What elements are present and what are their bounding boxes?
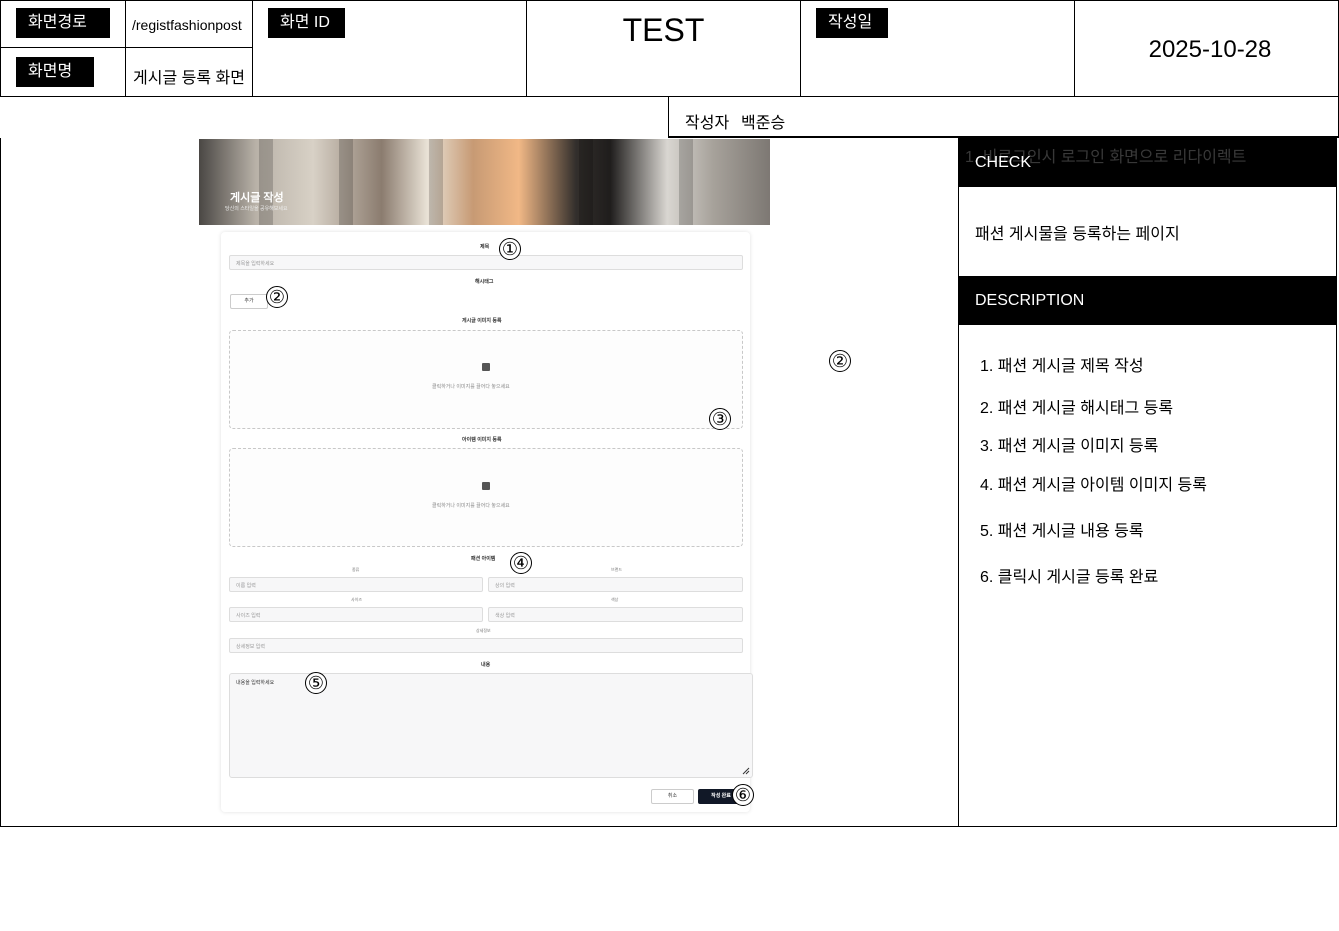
description-header: DESCRIPTION <box>959 276 1337 325</box>
category-input[interactable]: 이름 입력 <box>229 577 483 592</box>
marker-1: ① <box>499 238 521 260</box>
hashtag-add-button[interactable]: 추가 <box>230 294 268 309</box>
description-item: 1. 패션 게시글 제목 작성 <box>980 358 1144 375</box>
description-item: 2. 패션 게시글 해시태그 등록 <box>980 400 1174 417</box>
content-label: 내용 <box>481 662 491 668</box>
date-value: 2025-10-28 <box>1148 36 1272 63</box>
marker-5: ⑤ <box>305 672 327 694</box>
image-file-icon <box>482 363 490 371</box>
overlap-text: 1. 비로그인시 로그인 화면으로 리다이렉트 <box>965 149 1247 166</box>
post-image-label: 게시글 이미지 등록 <box>462 318 502 324</box>
author-label: 작성자 <box>685 115 730 132</box>
detail-input[interactable]: 상세정보 입력 <box>229 638 743 653</box>
description-item: 3. 패션 게시글 이미지 등록 <box>980 438 1159 455</box>
check-text: 패션 게시물을 등록하는 페이지 <box>975 226 1180 243</box>
description-item: 6. 클릭시 게시글 등록 완료 <box>980 569 1159 586</box>
description-title: DESCRIPTION <box>975 292 1085 309</box>
banner-subtitle: 당신의 스타일을 공유해보세요 <box>225 206 288 212</box>
author-value: 백준승 <box>741 115 786 132</box>
color-placeholder: 색상 입력 <box>495 613 515 619</box>
marker-6: ⑥ <box>732 784 754 806</box>
description-item: 5. 패션 게시글 내용 등록 <box>980 523 1144 540</box>
marker-3: ③ <box>709 408 731 430</box>
center-title: TEST <box>622 12 705 48</box>
color-label: 색상 <box>611 597 619 602</box>
marker-2: ② <box>266 286 288 308</box>
color-input[interactable]: 색상 입력 <box>488 607 743 622</box>
brand-input[interactable]: 상의 입력 <box>488 577 743 592</box>
item-image-dropzone[interactable]: 클릭하거나 이미지를 끌어다 놓으세요 <box>229 448 743 547</box>
image-file-icon <box>482 482 490 490</box>
marker-2-outside: ② <box>829 350 851 372</box>
content-placeholder: 내용을 입력하세요 <box>236 680 275 686</box>
description-item: 4. 패션 게시글 아이템 이미지 등록 <box>980 477 1207 494</box>
item-image-label: 아이템 이미지 등록 <box>462 437 502 443</box>
size-input[interactable]: 사이즈 입력 <box>229 607 483 622</box>
banner-title: 게시글 작성 <box>230 192 284 204</box>
title-input[interactable]: 제목을 입력하세요 <box>229 255 743 270</box>
detail-placeholder: 상세정보 입력 <box>236 644 265 650</box>
fashion-item-label: 패션 아이템 <box>471 556 496 562</box>
path-label: 화면경로 <box>16 8 110 38</box>
size-label: 사이즈 <box>351 597 363 602</box>
category-label: 종류 <box>352 567 360 572</box>
id-label: 화면 ID <box>268 8 345 38</box>
hashtag-label: 해시태그 <box>475 279 494 285</box>
post-image-dropzone[interactable]: 클릭하거나 이미지를 끌어다 놓으세요 <box>229 330 743 429</box>
item-image-hint: 클릭하거나 이미지를 끌어다 놓으세요 <box>432 503 510 509</box>
path-value: /registfashionpost <box>132 17 242 33</box>
category-placeholder: 이름 입력 <box>236 583 256 589</box>
size-placeholder: 사이즈 입력 <box>236 613 261 619</box>
brand-placeholder: 상의 입력 <box>495 583 515 589</box>
brand-label: 브랜드 <box>611 567 623 572</box>
detail-label: 상세정보 <box>476 628 491 633</box>
resize-handle-icon[interactable] <box>742 767 750 775</box>
title-label: 제목 <box>480 244 490 250</box>
date-label: 작성일 <box>816 8 888 38</box>
name-value: 게시글 등록 화면 <box>133 70 245 87</box>
banner-image: 게시글 작성 당신의 스타일을 공유해보세요 <box>199 139 770 225</box>
cancel-button[interactable]: 취소 <box>651 789 694 804</box>
marker-4: ④ <box>510 552 532 574</box>
post-image-hint: 클릭하거나 이미지를 끌어다 놓으세요 <box>432 384 510 390</box>
title-placeholder: 제목을 입력하세요 <box>236 261 275 267</box>
name-label: 화면명 <box>16 57 94 87</box>
